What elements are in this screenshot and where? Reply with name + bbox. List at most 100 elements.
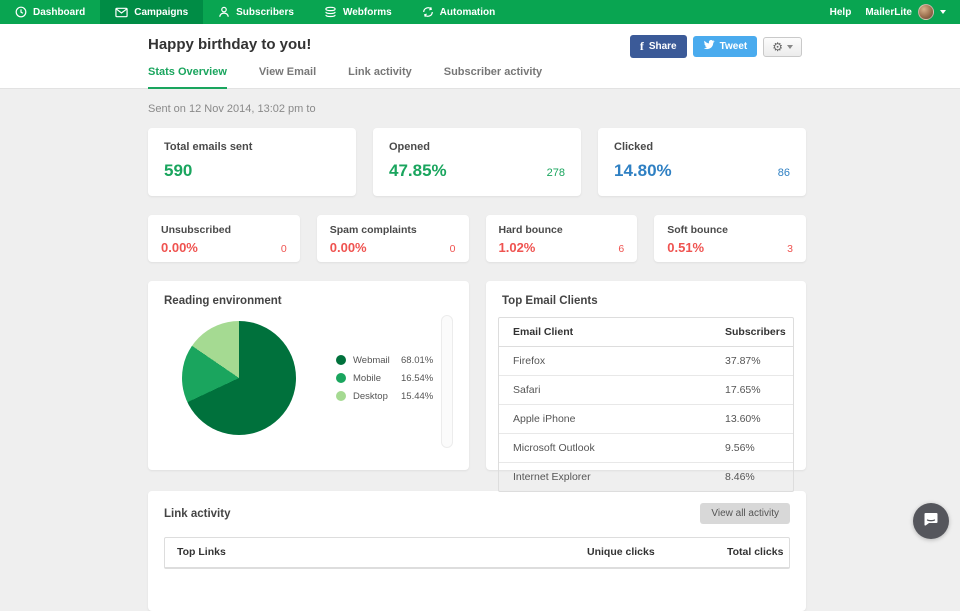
chat-launcher-button[interactable] [913, 503, 949, 539]
nav-item-label: Webforms [343, 7, 392, 18]
panel-scrollbar[interactable] [441, 315, 453, 448]
legend-item-mobile: Mobile 16.54% [336, 373, 433, 384]
page-header: Happy birthday to you! f Share Tweet ⚙ S… [0, 24, 960, 89]
chat-bubble-icon [923, 511, 939, 532]
legend-item-desktop: Desktop 15.44% [336, 391, 433, 402]
panel-title: Link activity [164, 508, 230, 520]
header-actions: f Share Tweet ⚙ [630, 35, 802, 58]
tweet-button-label: Tweet [720, 41, 748, 52]
table-row: Safari 17.65% [499, 376, 793, 405]
table-row: Internet Explorer 8.46% [499, 463, 793, 491]
stat-label: Spam complaints [330, 224, 456, 236]
panel-title: Top Email Clients [498, 295, 794, 307]
avatar [918, 4, 934, 20]
email-clients-table: Email Client Subscribers Firefox 37.87% … [498, 317, 794, 492]
facebook-share-button[interactable]: f Share [630, 35, 687, 58]
help-link[interactable]: Help [830, 7, 852, 18]
stat-label: Unsubscribed [161, 224, 287, 236]
nav-item-label: Campaigns [134, 7, 188, 18]
share-button-label: Share [649, 41, 677, 52]
stat-label: Total emails sent [164, 141, 340, 153]
link-activity-panel: Link activity View all activity Top Link… [148, 491, 806, 611]
client-share: 17.65% [725, 384, 793, 396]
tab-stats-overview[interactable]: Stats Overview [148, 66, 227, 89]
secondary-stats-row: Unsubscribed 0.00% 0 Spam complaints 0.0… [148, 215, 806, 262]
person-icon [218, 6, 230, 18]
nav-item-automation[interactable]: Automation [407, 0, 511, 24]
nav-right-group: Help MailerLite [830, 0, 960, 24]
stat-card-clicked: Clicked 14.80% 86 [598, 128, 806, 196]
primary-stats-row: Total emails sent 590 Opened 47.85% 278 … [148, 128, 806, 196]
view-all-activity-button[interactable]: View all activity [700, 503, 790, 524]
stat-card-soft-bounce: Soft bounce 0.51% 3 [654, 215, 806, 262]
stat-card-spam-complaints: Spam complaints 0.00% 0 [317, 215, 469, 262]
client-name: Microsoft Outlook [513, 442, 725, 454]
client-share: 8.46% [725, 471, 793, 483]
facebook-icon: f [640, 39, 644, 54]
client-name: Apple iPhone [513, 413, 725, 425]
tab-bar: Stats Overview View Email Link activity … [148, 66, 960, 89]
table-row: Microsoft Outlook 9.56% [499, 434, 793, 463]
chevron-down-icon [787, 45, 793, 49]
stat-value: 0.51% [667, 240, 704, 255]
twitter-tweet-button[interactable]: Tweet [693, 36, 758, 57]
link-activity-table: Top Links Unique clicks Total clicks [164, 537, 790, 569]
tab-view-email[interactable]: View Email [259, 66, 316, 89]
twitter-bird-icon [703, 40, 715, 53]
layers-icon [324, 6, 337, 18]
stat-card-unsubscribed: Unsubscribed 0.00% 0 [148, 215, 300, 262]
stat-value: 14.80% [614, 161, 672, 181]
nav-item-webforms[interactable]: Webforms [309, 0, 407, 24]
sent-timestamp: Sent on 12 Nov 2014, 13:02 pm to [148, 103, 806, 115]
top-navigation: Dashboard Campaigns Subscribers Webforms [0, 0, 960, 24]
stat-card-total-sent: Total emails sent 590 [148, 128, 356, 196]
tab-subscriber-activity[interactable]: Subscriber activity [444, 66, 542, 89]
client-share: 9.56% [725, 442, 793, 454]
nav-item-campaigns[interactable]: Campaigns [100, 0, 203, 24]
pie-chart-wrap: Webmail 68.01% Mobile 16.54% Desktop 15.… [164, 321, 453, 435]
stat-value: 590 [164, 161, 192, 181]
main-content: Sent on 12 Nov 2014, 13:02 pm to Total e… [0, 89, 806, 611]
stat-label: Hard bounce [499, 224, 625, 236]
legend-value: 16.54% [401, 373, 433, 384]
envelope-icon [115, 7, 128, 18]
legend-dot [336, 355, 346, 365]
client-name: Internet Explorer [513, 471, 725, 483]
chevron-down-icon [940, 10, 946, 14]
nav-item-label: Subscribers [236, 7, 294, 18]
stat-value: 0.00% [161, 240, 198, 255]
table-row: Apple iPhone 13.60% [499, 405, 793, 434]
nav-item-subscribers[interactable]: Subscribers [203, 0, 309, 24]
nav-item-dashboard[interactable]: Dashboard [0, 0, 100, 24]
stat-card-hard-bounce: Hard bounce 1.02% 6 [486, 215, 638, 262]
client-share: 13.60% [725, 413, 793, 425]
stat-count: 0 [450, 243, 456, 255]
stat-count: 3 [787, 243, 793, 255]
link-activity-header: Link activity View all activity [164, 503, 790, 524]
table-header-row: Email Client Subscribers [499, 318, 793, 347]
stat-count: 0 [281, 243, 287, 255]
legend-value: 68.01% [401, 355, 433, 366]
pie-chart [182, 321, 296, 435]
legend-dot [336, 391, 346, 401]
nav-spacer [510, 0, 829, 24]
stat-value: 0.00% [330, 240, 367, 255]
legend-value: 15.44% [401, 391, 433, 402]
tab-link-activity[interactable]: Link activity [348, 66, 412, 89]
nav-item-label: Dashboard [33, 7, 85, 18]
stat-count: 278 [547, 167, 565, 179]
stat-label: Opened [389, 141, 565, 153]
column-header: Subscribers [725, 326, 793, 338]
table-row: Firefox 37.87% [499, 347, 793, 376]
settings-dropdown-button[interactable]: ⚙ [763, 37, 802, 57]
reading-environment-panel: Reading environment Webmail 68.01% Mobil… [148, 281, 469, 470]
clock-icon [15, 6, 27, 18]
legend-dot [336, 373, 346, 383]
legend-item-webmail: Webmail 68.01% [336, 355, 433, 366]
account-menu[interactable]: MailerLite [865, 4, 946, 20]
client-name: Firefox [513, 355, 725, 367]
legend-label: Mobile [353, 373, 401, 384]
stat-value: 47.85% [389, 161, 447, 181]
legend-label: Webmail [353, 355, 401, 366]
pie-legend: Webmail 68.01% Mobile 16.54% Desktop 15.… [336, 355, 433, 402]
